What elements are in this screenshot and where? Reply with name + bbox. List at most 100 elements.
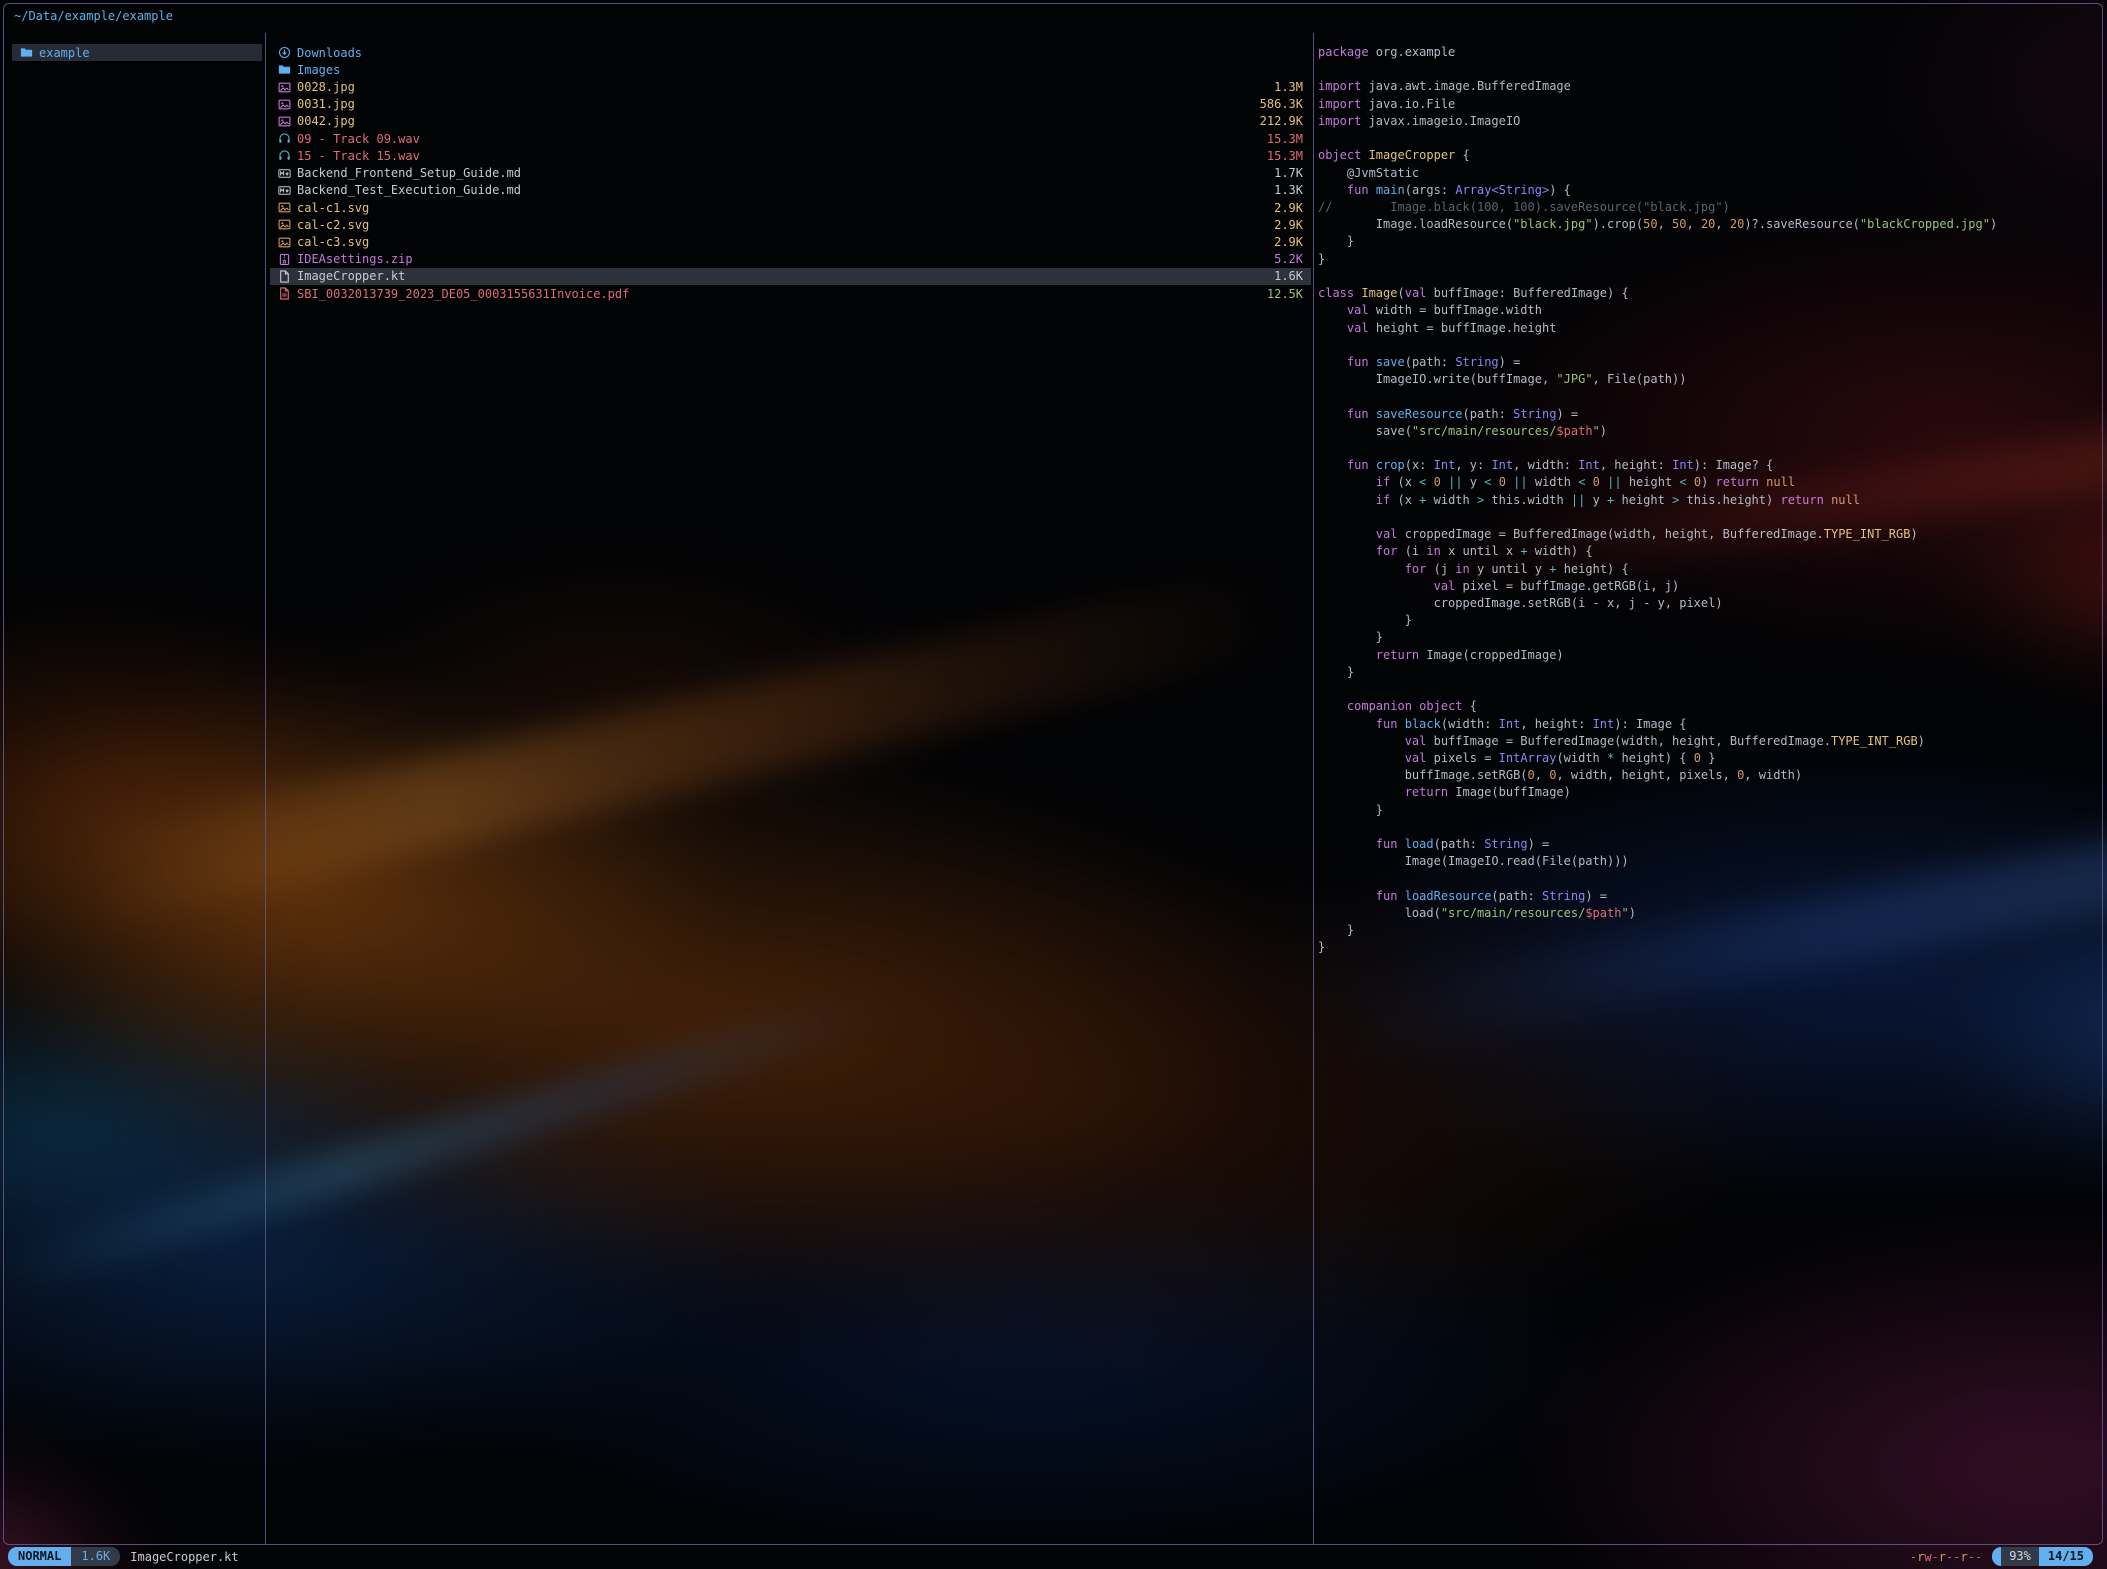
file-row[interactable]: 15 - Track 15.wav 15.3M — [270, 147, 1311, 164]
file-size: 1.3M — [1274, 80, 1303, 94]
file-row[interactable]: cal-c3.svg 2.9K — [270, 233, 1311, 250]
folder-icon — [20, 46, 33, 59]
file-name: Images — [297, 63, 340, 77]
file-size: 1.3K — [1274, 183, 1303, 197]
image-icon — [278, 98, 291, 111]
image-icon — [278, 81, 291, 94]
code-line: @JvmStatic — [1318, 165, 2102, 182]
file-row[interactable]: Images — [270, 61, 1311, 78]
file-preview-pane[interactable]: package org.example import java.awt.imag… — [1318, 44, 2102, 957]
markdown-icon — [278, 184, 291, 197]
code-line: val pixel = buffImage.getRGB(i, j) — [1318, 578, 2102, 595]
code-line — [1318, 130, 2102, 147]
file-name: 0031.jpg — [297, 97, 355, 111]
file-name: cal-c1.svg — [297, 201, 369, 215]
file-size: 2.9K — [1274, 218, 1303, 232]
code-line — [1318, 819, 2102, 836]
file-row[interactable]: IDEAsettings.zip5.2K — [270, 251, 1311, 268]
file-size: 212.9K — [1260, 114, 1303, 128]
status-bar: NORMAL1.6K ImageCropper.kt -rw-r--r-- 93… — [0, 1545, 2107, 1569]
code-line: croppedImage.setRGB(i - x, j - y, pixel) — [1318, 595, 2102, 612]
code-line: fun main(args: Array<String>) { — [1318, 182, 2102, 199]
list-position: 14/15 — [2039, 1547, 2093, 1566]
file-name: Backend_Test_Execution_Guide.md — [297, 183, 521, 197]
pane-divider-left — [265, 33, 266, 1544]
code-line — [1318, 681, 2102, 698]
status-bar-left: NORMAL1.6K ImageCropper.kt — [8, 1547, 239, 1566]
scroll-percent: 93% — [2001, 1547, 2039, 1566]
file-name: Downloads — [297, 46, 362, 60]
code-line: save("src/main/resources/$path") — [1318, 423, 2102, 440]
code-line: fun crop(x: Int, y: Int, width: Int, hei… — [1318, 457, 2102, 474]
mode-badge: NORMAL — [8, 1547, 71, 1566]
file-name: ImageCropper.kt — [297, 269, 405, 283]
file-row[interactable]: 09 - Track 09.wav15.3M — [270, 130, 1311, 147]
file-name: SBI_0032013739_2023_DE05_0003155631Invoi… — [297, 287, 629, 301]
code-line: for (i in x until x + width) { — [1318, 543, 2102, 560]
code-line: if (x < 0 || y < 0 || width < 0 || heigh… — [1318, 474, 2102, 491]
image-icon — [278, 201, 291, 214]
audio-icon — [278, 132, 291, 145]
file-row[interactable]: cal-c2.svg 2.9K — [270, 216, 1311, 233]
code-line: import java.io.File — [1318, 96, 2102, 113]
file-row[interactable]: example — [12, 44, 262, 61]
code-line: ImageIO.write(buffImage, "JPG", File(pat… — [1318, 371, 2102, 388]
code-line: fun saveResource(path: String) = — [1318, 406, 2102, 423]
file-icon — [278, 270, 291, 283]
folder-icon — [278, 63, 291, 76]
file-name: Backend_Frontend_Setup_Guide.md — [297, 166, 521, 180]
code-line — [1318, 871, 2102, 888]
file-size: 15.3M — [1267, 132, 1303, 146]
status-bar-right: -rw-r--r-- 93%14/15 — [1910, 1547, 2093, 1566]
file-row[interactable]: SBI_0032013739_2023_DE05_0003155631Invoi… — [270, 285, 1311, 302]
file-size: 2.9K — [1274, 235, 1303, 249]
file-name: IDEAsettings.zip — [297, 252, 413, 266]
code-line: fun loadResource(path: String) = — [1318, 888, 2102, 905]
file-name: cal-c2.svg — [297, 218, 369, 232]
code-line: return Image(buffImage) — [1318, 784, 2102, 801]
file-size: 1.7K — [1274, 166, 1303, 180]
file-name: 15 - Track 15.wav — [297, 149, 420, 163]
file-row[interactable]: 0031.jpg 586.3K — [270, 96, 1311, 113]
code-line: } — [1318, 802, 2102, 819]
code-line: val width = buffImage.width — [1318, 302, 2102, 319]
code-line: buffImage.setRGB(0, 0, width, height, pi… — [1318, 767, 2102, 784]
pdf-icon — [278, 287, 291, 300]
code-line: Image(ImageIO.read(File(path))) — [1318, 853, 2102, 870]
code-line: val buffImage = BufferedImage(width, hei… — [1318, 733, 2102, 750]
file-size: 586.3K — [1260, 97, 1303, 111]
download-icon — [278, 46, 291, 59]
code-line: fun black(width: Int, height: Int): Imag… — [1318, 716, 2102, 733]
code-line — [1318, 61, 2102, 78]
code-line: } — [1318, 612, 2102, 629]
code-line: package org.example — [1318, 44, 2102, 61]
code-line: } — [1318, 629, 2102, 646]
file-row[interactable]: 0028.jpg1.3M — [270, 78, 1311, 95]
code-line: if (x + width > this.width || y + height… — [1318, 492, 2102, 509]
code-line: } — [1318, 233, 2102, 250]
file-size: 12.5K — [1267, 287, 1303, 301]
code-line: for (j in y until y + height) { — [1318, 561, 2102, 578]
image-icon — [278, 218, 291, 231]
code-line: load("src/main/resources/$path") — [1318, 905, 2102, 922]
parent-directory-pane[interactable]: example — [12, 44, 262, 61]
code-line: val height = buffImage.height — [1318, 320, 2102, 337]
file-row[interactable]: Downloads — [270, 44, 1311, 61]
file-row[interactable]: cal-c1.svg2.9K — [270, 199, 1311, 216]
file-row[interactable]: ImageCropper.kt1.6K — [270, 268, 1311, 285]
file-name: cal-c3.svg — [297, 235, 369, 249]
file-row[interactable]: Backend_Frontend_Setup_Guide.md 1.7K — [270, 165, 1311, 182]
zip-icon — [278, 253, 291, 266]
file-list-pane[interactable]: Downloads Images0028.jpg1.3M 0031.jpg 586.3… — [270, 44, 1311, 302]
file-row[interactable]: Backend_Test_Execution_Guide.md 1.3K — [270, 182, 1311, 199]
code-line — [1318, 388, 2102, 405]
code-line: class Image(val buffImage: BufferedImage… — [1318, 285, 2102, 302]
code-line: object ImageCropper { — [1318, 147, 2102, 164]
file-permissions: -rw-r--r-- — [1910, 1550, 1982, 1564]
image-icon — [278, 115, 291, 128]
file-size: 15.3M — [1267, 149, 1303, 163]
code-line: val pixels = IntArray(width * height) { … — [1318, 750, 2102, 767]
pane-divider-right — [1313, 33, 1314, 1544]
powerline-cap — [1992, 1547, 2001, 1566]
file-row[interactable]: 0042.jpg212.9K — [270, 113, 1311, 130]
